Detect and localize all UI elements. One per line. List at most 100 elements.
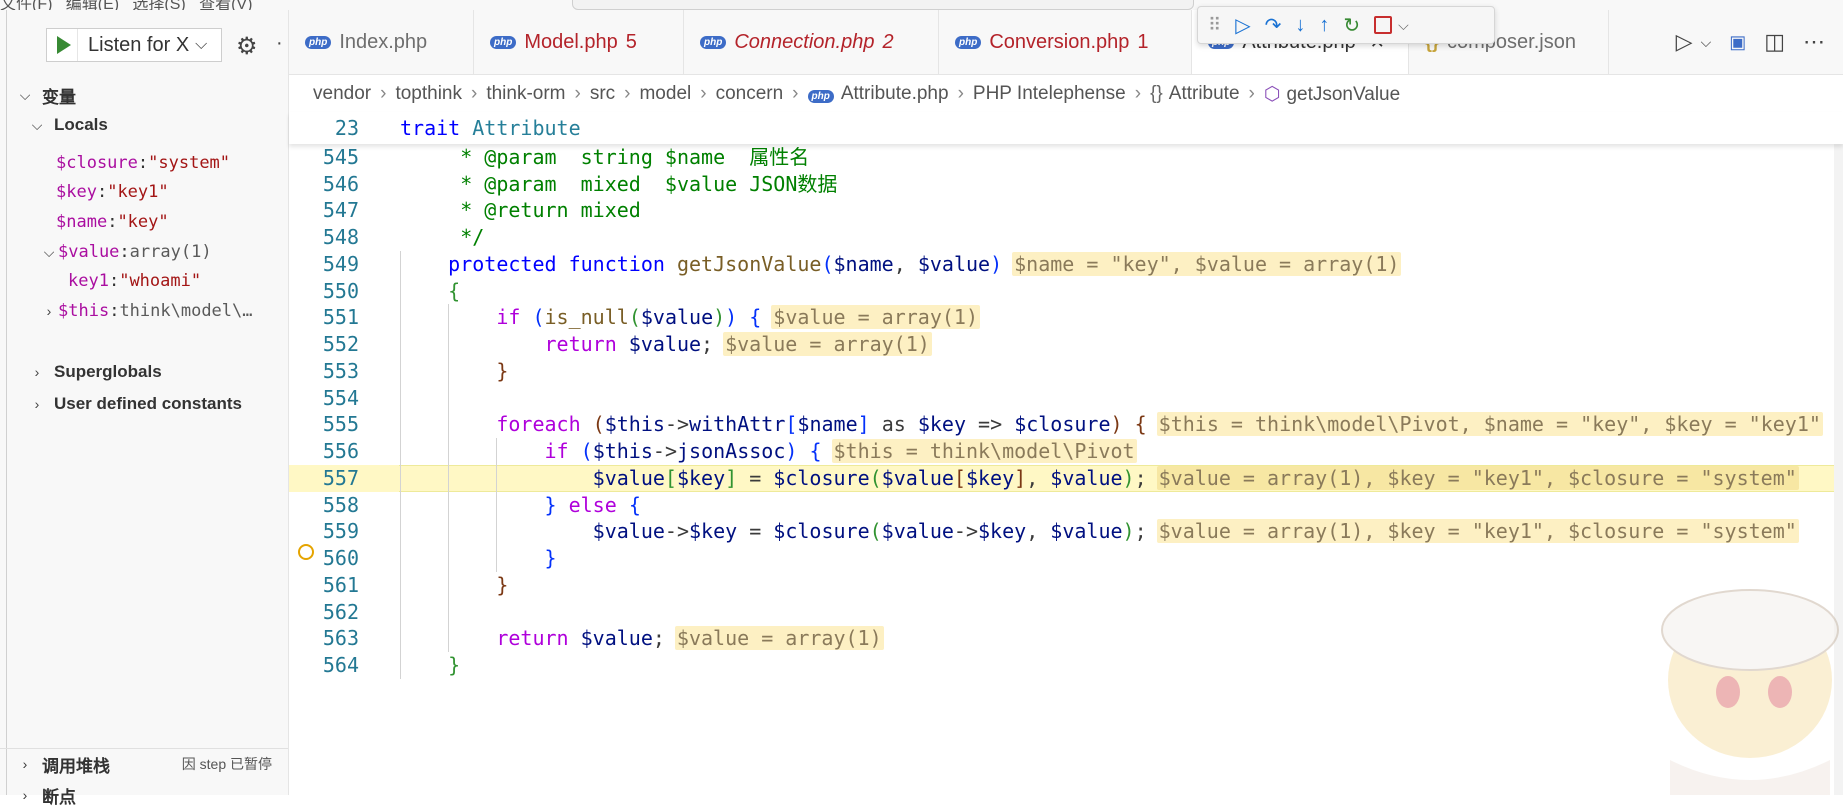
code-line[interactable]: 554 [289,385,1843,412]
breakpoints-section-header[interactable]: › 断点 [0,780,288,810]
code-line[interactable]: 551 if (is_null($value)) {$value = array… [289,304,1843,331]
code-line[interactable]: 545 * @param string $name 属性名 [289,144,1843,171]
code-token: $closure [1014,412,1111,437]
code-line[interactable]: 559 $value->$key = $closure($value->$key… [289,518,1843,545]
locals-scope[interactable]: ⌵ Locals [0,110,288,140]
breadcrumb-item[interactable]: php Attribute.php [807,83,949,105]
variable-row[interactable]: key1: "whoami" [0,266,288,296]
chevron-down-icon[interactable]: ⌵ [1701,34,1712,51]
split-editor-icon[interactable]: ◫ [1764,29,1785,55]
code-line[interactable]: 563 return $value; $value = array(1) [289,625,1843,652]
breadcrumb-item[interactable]: ⬡ getJsonValue [1264,83,1400,106]
step-into-icon[interactable]: ↓ [1295,14,1305,37]
step-out-icon[interactable]: ↑ [1319,14,1329,37]
paused-status: 因 step 已暂停 [181,756,272,772]
code-text: } [400,652,460,679]
code-line[interactable]: 557 $value[$key] = $closure($value[$key]… [289,464,1843,492]
step-over-icon[interactable]: ↷ [1265,13,1282,38]
variable-row[interactable]: $name: "key" [0,207,288,237]
debug-floating-toolbar: ⠿ ▷ ↷ ↓ ↑ ↻ ⌵ [1197,6,1495,44]
code-token: function [568,251,665,276]
breadcrumb-item[interactable]: concern [716,83,784,105]
chevron-right-icon: › [700,83,707,104]
chevron-down-icon[interactable]: ⌵ [1398,17,1409,34]
line-number: 545 [322,144,359,169]
editor-tab[interactable]: php Index.php [289,10,474,74]
play-icon [57,36,71,54]
code-token: * @param mixed $value JSON数据 [460,171,838,196]
code-text: protected function getJsonValue($name, $… [448,251,1402,276]
run-configuration-label: Listen for X [88,33,190,56]
command-center-search[interactable] [572,0,1194,10]
code-token: ) [785,439,798,463]
code-line[interactable]: 555 foreach ($this->withAttr[$name] as $… [289,411,1843,438]
php-debug-icon[interactable]: ▣ [1729,32,1746,53]
variable-row[interactable]: $key: "key1" [0,177,288,207]
stop-icon[interactable] [1374,16,1393,34]
php-file-icon: php [807,90,834,103]
code-line[interactable]: 552 return $value; $value = array(1) [289,331,1843,358]
start-debugging-button[interactable] [47,29,78,61]
code-line[interactable]: 548 */ [289,224,1843,251]
code-token: ) [713,305,726,330]
breadcrumb-item[interactable]: model [639,83,691,105]
code-text: * @param string $name 属性名 [400,144,809,171]
debug-view-toolbar: Listen for X ⌵ ⚙ · [0,28,288,70]
variable-row[interactable]: $closure: "system" [0,148,288,178]
inline-debug-value: $value = array(1) [723,332,932,356]
code-line[interactable]: 546 * @param mixed $value JSON数据 [289,171,1843,198]
breadcrumb-item[interactable]: topthink [395,83,462,105]
code-text: } else { [400,492,641,519]
editor-tab[interactable]: php Connection.php 2 [684,10,939,74]
variable-value: "key" [117,212,169,232]
code-line[interactable]: 560 } [289,545,1843,572]
code-token: $value [881,465,954,490]
continue-icon[interactable]: ▷ [1235,13,1250,38]
drag-handle-icon[interactable]: ⠿ [1208,15,1221,36]
run-configuration-select[interactable]: Listen for X ⌵ [46,28,222,62]
call-stack-section-header[interactable]: › 调用堆栈 因 step 已暂停 [0,748,288,779]
breadcrumb-item[interactable]: src [590,83,615,105]
variables-section-header[interactable]: ⌵ 变量 [0,80,288,110]
restart-icon[interactable]: ↻ [1343,13,1360,38]
code-token: $key [676,465,726,490]
separator: : [119,242,130,262]
sticky-scroll-header[interactable]: 23 trait Attribute [289,112,1843,144]
line-number: 555 [322,412,359,437]
code-line[interactable]: 561 } [289,572,1843,599]
code-line[interactable]: 564 } [289,652,1843,679]
more-actions-icon[interactable]: ⋯ [1803,29,1825,55]
editor-tab[interactable]: php Conversion.php 1 [939,10,1192,74]
variable-row[interactable]: › $this: think\model\… [0,296,288,326]
run-file-icon[interactable]: ▷ [1676,29,1693,55]
variable-name: $name [56,212,108,232]
code-line[interactable]: 547 * @return mixed [289,197,1843,224]
variable-row[interactable]: ⌵ $value: array(1) [0,237,288,267]
code-line[interactable]: 556 if ($this->jsonAssoc) {$this = think… [289,438,1843,465]
menu-remnant[interactable]: 文件(F) 编辑(E) 选择(S) 查看(V) [0,0,252,10]
breakpoint-marker[interactable] [298,544,314,560]
code-token: ] [1014,465,1027,490]
more-icon[interactable]: · [276,32,283,55]
code-line[interactable]: 558 } else { [289,492,1843,519]
code-token: $value [1050,519,1123,544]
code-line[interactable]: 553 } [289,358,1843,385]
code-text: $value->$key = $closure($value->$key, $v… [592,519,1799,544]
gear-icon[interactable]: ⚙ [236,32,258,61]
php-file-icon: php [490,35,517,49]
superglobals-scope[interactable]: › Superglobals [0,357,288,387]
code-text: if ($this->jsonAssoc) {$this = think\mod… [544,439,1137,463]
code-token: [ [785,412,798,437]
breadcrumb-item[interactable]: vendor [313,83,371,105]
editor-tab[interactable]: php Model.php 5 [474,10,684,74]
user-constants-scope[interactable]: › User defined constants [0,389,288,419]
code-line[interactable]: 562 [289,599,1843,626]
breadcrumb-item[interactable]: PHP Intelephense [973,83,1126,105]
code-text: { [400,278,460,305]
code-line[interactable]: 549 protected function getJsonValue($nam… [289,251,1843,278]
code-token: $value [640,305,714,330]
breadcrumb-item[interactable]: {} Attribute [1150,83,1239,105]
breadcrumb-item[interactable]: think-orm [486,83,565,105]
code-line[interactable]: 550 { [289,278,1843,305]
code-editor[interactable]: 544 * @access protected545 * @param stri… [289,112,1843,795]
